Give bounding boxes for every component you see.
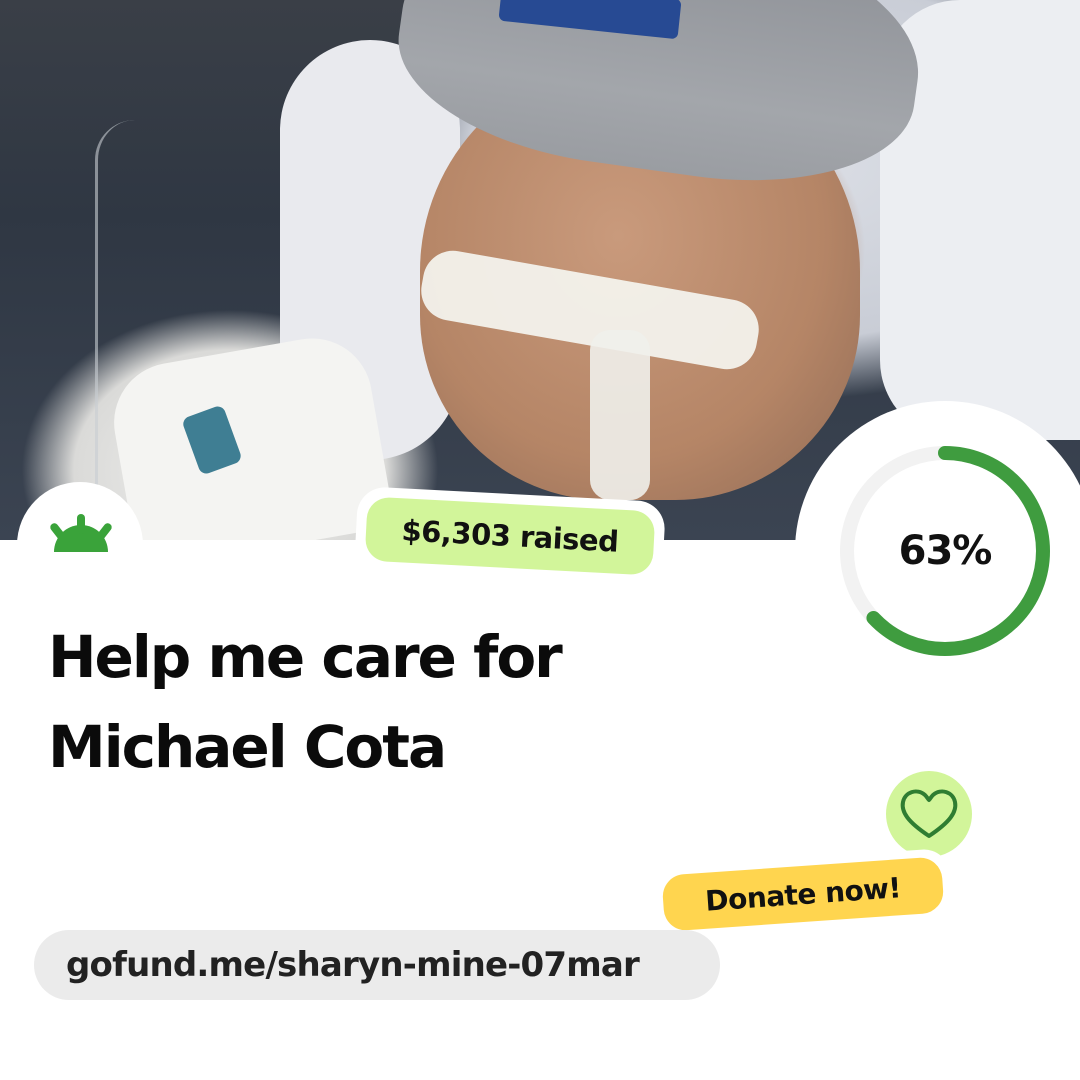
raised-amount-badge: $6,303 raised (354, 485, 666, 587)
heart-icon (900, 789, 958, 838)
breathing-tube (590, 330, 650, 500)
gofundme-sunrise-icon[interactable] (36, 512, 126, 560)
raised-amount-label: $6,303 raised (364, 496, 656, 576)
campaign-url[interactable]: gofund.me/sharyn-mine-07mar (34, 930, 720, 1000)
donate-now-label: Donate now! (661, 856, 945, 932)
campaign-title: Help me care for Michael Cota (48, 623, 563, 781)
heart-button[interactable] (881, 766, 977, 862)
progress-percent: 63% (898, 528, 993, 574)
